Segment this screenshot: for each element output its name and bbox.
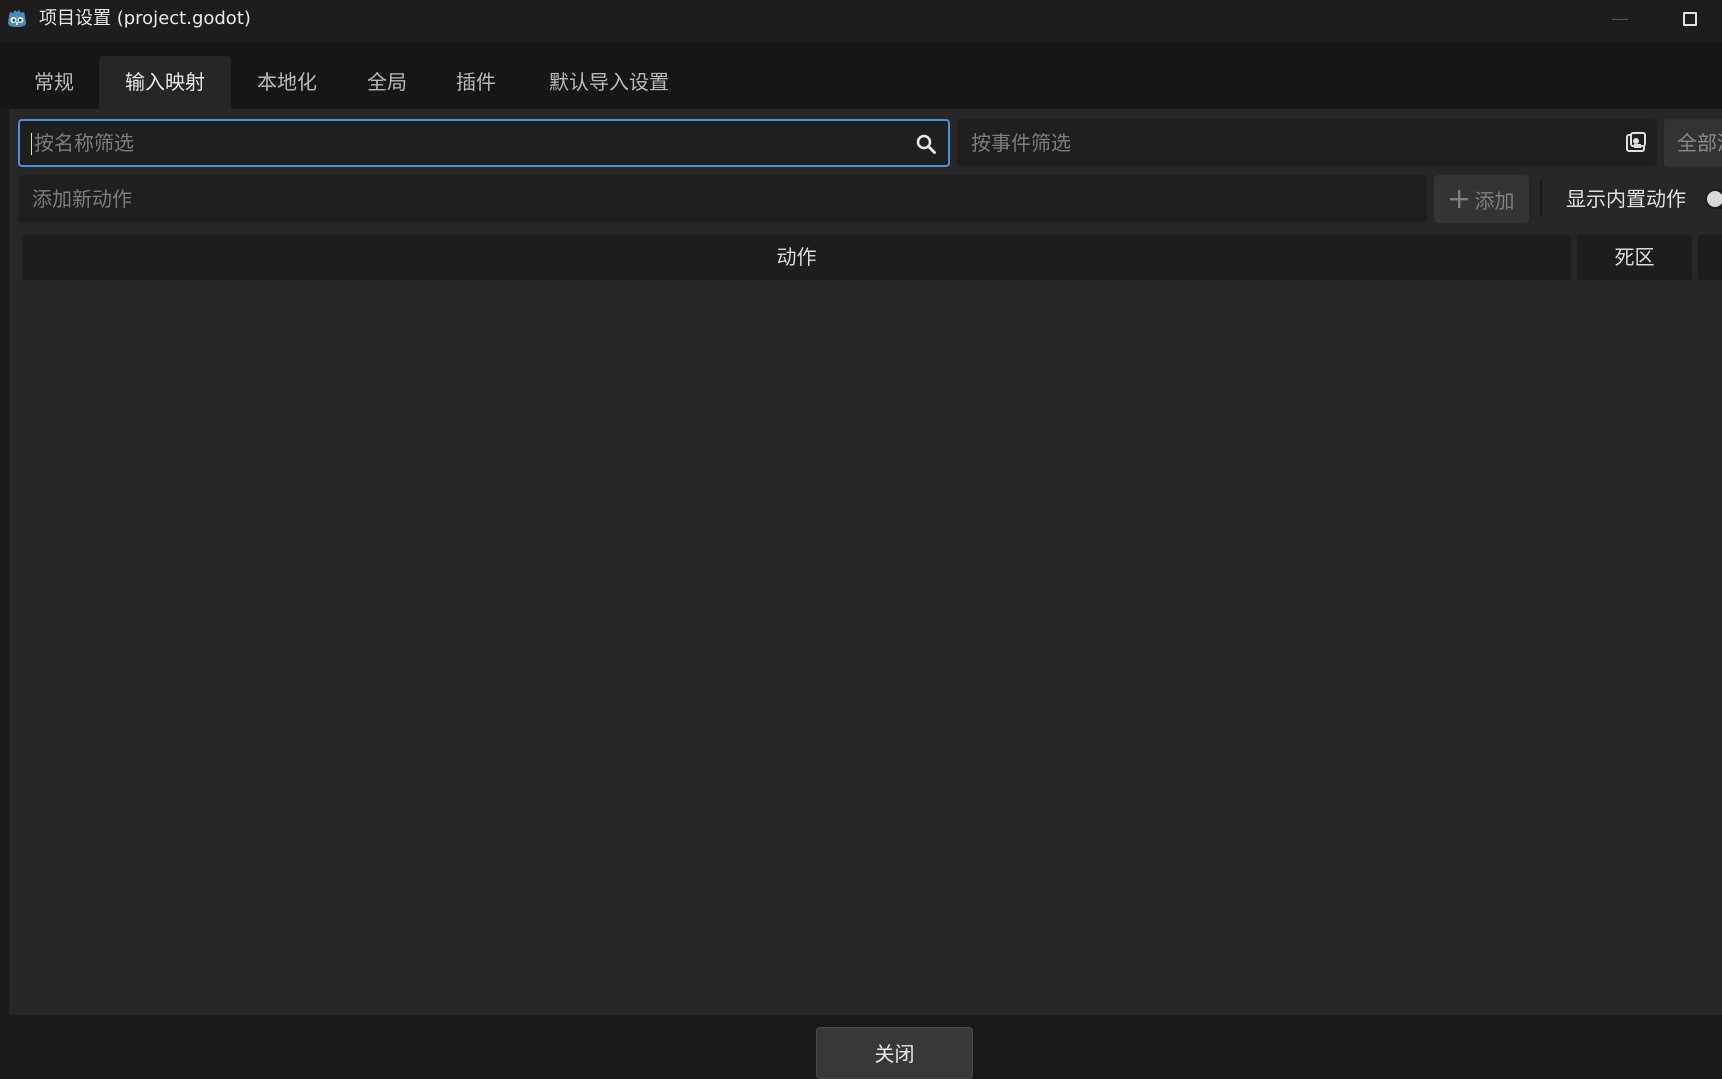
toggle-knob xyxy=(1707,191,1722,207)
tab-import-defaults[interactable]: 默认导入设置 xyxy=(521,56,697,109)
column-header-action[interactable]: 动作 xyxy=(22,235,1571,280)
minimize-button[interactable] xyxy=(1612,19,1628,20)
clear-all-button[interactable]: 全部清除 xyxy=(1664,119,1722,167)
title-bar: 项目设置 (project.godot) xyxy=(0,0,1722,42)
show-builtin-actions-toggle[interactable] xyxy=(1705,189,1722,209)
maximize-button[interactable] xyxy=(1683,12,1697,26)
separator xyxy=(1540,181,1542,217)
column-header-deadzone[interactable]: 死区 xyxy=(1577,235,1692,280)
plus-icon xyxy=(1449,190,1468,208)
text-caret xyxy=(31,133,32,155)
add-new-action-field[interactable] xyxy=(18,175,1427,223)
tab-localization[interactable]: 本地化 xyxy=(231,56,343,109)
show-builtin-actions-label: 显示内置动作 xyxy=(1566,187,1686,211)
tab-general[interactable]: 常规 xyxy=(9,56,99,109)
filter-by-name-input[interactable] xyxy=(32,121,904,165)
search-icon xyxy=(916,134,936,154)
add-new-action-input[interactable] xyxy=(30,175,1415,223)
tab-plugins[interactable]: 插件 xyxy=(431,56,521,109)
tab-input-map[interactable]: 输入映射 xyxy=(99,56,231,109)
filter-by-event-field[interactable] xyxy=(957,119,1657,167)
filter-by-name-field[interactable] xyxy=(18,119,950,167)
window-title: 项目设置 (project.godot) xyxy=(39,8,251,29)
column-header-extra xyxy=(1698,235,1722,280)
filter-by-event-input[interactable] xyxy=(969,119,1613,167)
event-capture-icon[interactable] xyxy=(1625,131,1647,153)
godot-logo-icon xyxy=(8,10,26,27)
close-button[interactable]: 关闭 xyxy=(816,1027,973,1079)
tab-globals[interactable]: 全局 xyxy=(343,56,431,109)
add-button[interactable]: 添加 xyxy=(1434,175,1529,223)
tab-bar: 常规 输入映射 本地化 全局 插件 默认导入设置 xyxy=(0,42,1722,109)
add-button-label: 添加 xyxy=(1474,188,1515,213)
